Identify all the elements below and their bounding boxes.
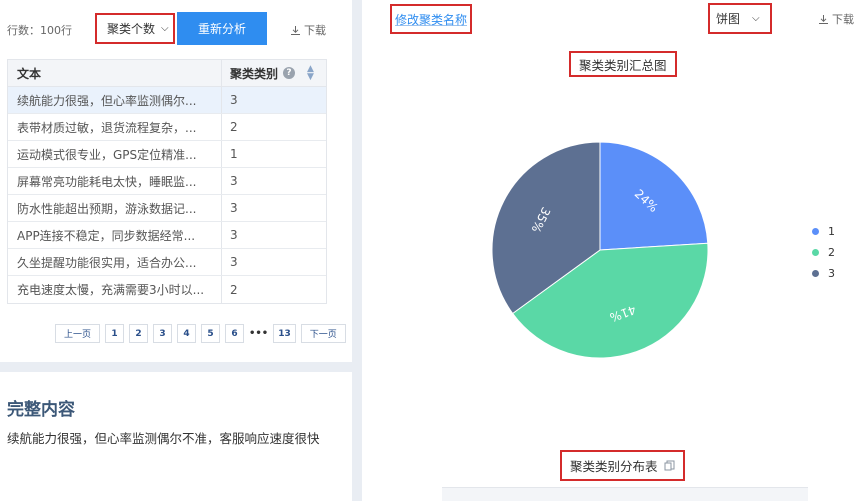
full-content-title: 完整内容	[7, 400, 75, 420]
pie-slice-1[interactable]	[599, 141, 709, 251]
chart-legend: 1 2 3	[812, 221, 835, 284]
distribution-table-title-label: 聚类类别分布表	[570, 459, 658, 474]
table-row[interactable]: 运动模式很专业，GPS定位精准... 1	[8, 141, 326, 168]
download-label: 下载	[832, 13, 854, 26]
cell-text: 运动模式很专业，GPS定位精准...	[8, 141, 222, 167]
cell-text: APP连接不稳定，同步数据经常...	[8, 222, 222, 248]
pager-page-3[interactable]: 3	[153, 324, 173, 343]
cell-text: 充电速度太慢，充满需要3小时以...	[8, 276, 222, 303]
table-header: 文本 聚类类别 ? ▲ ▼	[8, 60, 326, 87]
cell-text: 表带材质过敏，退货流程复杂，...	[8, 114, 222, 140]
pie-chart: 24%41%35%	[491, 141, 709, 359]
pagination: 上一页 1 2 3 4 5 6 ••• 13 下一页	[55, 324, 346, 343]
chart-type-select-label: 饼图	[716, 12, 741, 26]
header-cluster-category-label: 聚类类别	[230, 66, 279, 81]
cluster-count-select-label: 聚类个数	[107, 22, 156, 36]
cell-text: 防水性能超出预期，游泳数据记...	[8, 195, 222, 221]
distribution-table-title: 聚类类别分布表	[560, 450, 685, 481]
cell-cluster-category: 3	[230, 228, 238, 242]
pager-page-6[interactable]: 6	[225, 324, 245, 343]
legend-item[interactable]: 3	[812, 263, 835, 284]
table-body: 续航能力很强，但心率监测偶尔... 3 表带材质过敏，退货流程复杂，... 2 运动模式…	[8, 87, 326, 303]
cell-cluster-category: 1	[230, 147, 238, 161]
pager-ellipsis: •••	[249, 328, 269, 339]
cell-cluster-category: 2	[230, 282, 238, 297]
legend-item[interactable]: 1	[812, 221, 835, 242]
table-row[interactable]: 充电速度太慢，充满需要3小时以... 2	[8, 276, 326, 303]
text-cluster-table: 文本 聚类类别 ? ▲ ▼ 续航能力很强，但心率监测偶尔... 3 表带材质过敏，退货…	[7, 59, 327, 304]
pager-page-2[interactable]: 2	[129, 324, 149, 343]
download-button-right[interactable]: 下载	[818, 11, 854, 27]
legend-dot	[812, 228, 819, 235]
legend-dot	[812, 249, 819, 256]
cell-text: 久坐提醒功能很实用，适合办公...	[8, 249, 222, 275]
cell-cluster-category: 3	[230, 255, 238, 269]
chevron-down-icon: ⌵	[161, 23, 169, 34]
cell-text: 续航能力很强，但心率监测偶尔...	[8, 87, 222, 113]
row-count: 行数：100行	[7, 24, 72, 37]
legend-label: 3	[828, 267, 835, 280]
pager-prev[interactable]: 上一页	[55, 324, 101, 343]
pager-page-1[interactable]: 1	[105, 324, 125, 343]
reanalyze-button[interactable]: 重新分析	[177, 12, 267, 45]
legend-label: 2	[828, 246, 835, 259]
legend-dot	[812, 270, 819, 277]
table-row[interactable]: 续航能力很强，但心率监测偶尔... 3	[8, 87, 326, 114]
table-row[interactable]: 久坐提醒功能很实用，适合办公... 3	[8, 249, 326, 276]
chevron-down-icon: ⌵	[752, 13, 760, 24]
distribution-table	[442, 487, 808, 501]
cell-cluster-category: 3	[230, 201, 238, 215]
cell-cluster-category: 3	[230, 93, 238, 107]
header-text[interactable]: 文本	[8, 60, 222, 86]
download-icon	[819, 14, 828, 24]
legend-item[interactable]: 2	[812, 242, 835, 263]
copy-icon[interactable]	[664, 460, 675, 471]
chart-type-select[interactable]: 饼图 ⌵	[708, 3, 772, 34]
rename-cluster-button[interactable]: 修改聚类名称	[390, 4, 473, 34]
full-content-text: 续航能力很强，但心率监测偶尔不准，客服响应速度很快	[7, 431, 320, 446]
cell-cluster-category: 3	[230, 174, 238, 188]
legend-label: 1	[828, 225, 835, 238]
download-label: 下载	[304, 24, 326, 37]
help-circle-icon[interactable]: ?	[283, 67, 296, 79]
pager-next[interactable]: 下一页	[300, 324, 346, 343]
table-row[interactable]: 表带材质过敏，退货流程复杂，... 2	[8, 114, 326, 141]
cell-text: 屏幕常亮功能耗电太快，睡眠监...	[8, 168, 222, 194]
chart-title: 聚类类别汇总图	[569, 51, 677, 77]
table-row[interactable]: 屏幕常亮功能耗电太快，睡眠监... 3	[8, 168, 326, 195]
pager-page-13[interactable]: 13	[273, 324, 296, 343]
sort-icon[interactable]: ▲ ▼	[307, 65, 314, 82]
pager-page-4[interactable]: 4	[177, 324, 197, 343]
table-row[interactable]: APP连接不稳定，同步数据经常... 3	[8, 222, 326, 249]
download-icon	[291, 25, 300, 35]
pager-page-5[interactable]: 5	[201, 324, 221, 343]
cluster-count-select[interactable]: 聚类个数 ⌵	[95, 13, 175, 44]
header-cluster-category[interactable]: 聚类类别 ? ▲ ▼	[222, 60, 326, 86]
download-button-left[interactable]: 下载	[290, 22, 326, 38]
cell-cluster-category: 2	[230, 120, 238, 134]
table-row[interactable]: 防水性能超出预期，游泳数据记... 3	[8, 195, 326, 222]
